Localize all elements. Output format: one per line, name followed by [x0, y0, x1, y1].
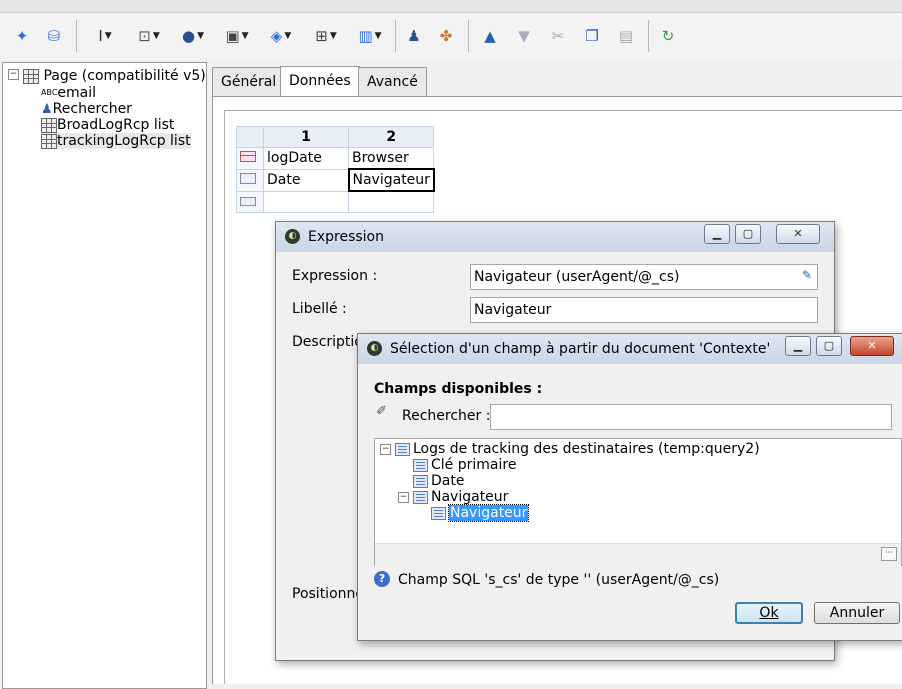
selection-title-bar: ◐ Sélection d'un champ à partir du docum… [358, 334, 902, 364]
abc-text-icon: ABC [41, 88, 58, 97]
close-button[interactable]: ✕ [850, 336, 894, 356]
collapse-toggle[interactable]: − [380, 444, 391, 455]
libelle-field[interactable]: Navigateur [470, 297, 818, 323]
paste-icon[interactable]: ▤ [614, 24, 638, 48]
row-icon [240, 196, 256, 206]
refresh-icon[interactable]: ↻ [656, 24, 680, 48]
maximize-button[interactable]: ▢ [735, 224, 761, 244]
database-icon[interactable]: ⛁ [42, 24, 66, 48]
collapse-toggle[interactable]: − [8, 69, 19, 80]
field-icon [413, 458, 428, 472]
tree-item-rechercher[interactable]: ♟Rechercher [41, 101, 132, 117]
wand-icon[interactable]: ✦ [10, 24, 34, 48]
tree-item-trackinglog[interactable]: trackingLogRcp list [41, 133, 191, 149]
share-icon[interactable]: ✤ [434, 24, 458, 48]
table-row[interactable] [236, 190, 435, 213]
dialog-title: Expression [308, 229, 384, 245]
globe-icon[interactable]: ● ▼ [174, 24, 212, 48]
tree-item-broadlog[interactable]: BroadLogRcp list [41, 117, 174, 133]
tree-hscroll[interactable] [375, 543, 901, 566]
edit-expression-icon[interactable]: ✎ [798, 268, 816, 286]
field-icon [413, 474, 428, 488]
structure-tree: − Page (compatibilité v5) ABCemail ♟Rech… [2, 62, 207, 689]
tab-general[interactable]: Général [212, 67, 286, 96]
search-input[interactable] [490, 404, 892, 430]
text-cursor-icon[interactable]: Ι ▼ [86, 24, 124, 48]
cancel-button[interactable]: Annuler [814, 602, 900, 624]
close-button[interactable]: ✕ [776, 224, 820, 244]
page-icon [23, 68, 39, 84]
tree-item-cle-primaire[interactable]: Clé primaire [413, 457, 516, 473]
help-icon: ? [374, 571, 390, 587]
tab-avance[interactable]: Avancé [358, 67, 427, 96]
dialog-title: Sélection d'un champ à partir du documen… [390, 341, 771, 357]
window-icon[interactable]: ▣ ▼ [218, 24, 256, 48]
arrow-up-icon[interactable]: ▲ [478, 24, 502, 48]
grid-icon [41, 133, 57, 149]
person-icon[interactable]: ♟ [402, 24, 426, 48]
tree-item-email[interactable]: ABCemail [41, 85, 96, 101]
shape-tool-icon[interactable]: ⊡ ▼ [130, 24, 168, 48]
tree-item-navigateur-sub[interactable]: Navigateur [431, 504, 530, 522]
minimize-button[interactable]: ▁ [785, 336, 811, 356]
tree-root[interactable]: Page (compatibilité v5) [23, 68, 206, 84]
minimize-button[interactable]: ▁ [704, 224, 730, 244]
app-icon: ◐ [367, 341, 382, 356]
field-selection-dialog: ◐ Sélection d'un champ à partir du docum… [357, 333, 902, 641]
columns-icon[interactable]: ▥ ▼ [350, 24, 390, 48]
expression-field[interactable]: Navigateur (userAgent/@_cs) [470, 264, 818, 290]
cut-icon[interactable]: ✂ [546, 24, 570, 48]
tree-item-navigateur[interactable]: Navigateur [413, 489, 508, 505]
app-icon: ◐ [285, 229, 300, 244]
cube-icon[interactable]: ◈ ▼ [262, 24, 300, 48]
table-icon[interactable]: ⊞ ▼ [306, 24, 346, 48]
tree-item-date[interactable]: Date [413, 473, 464, 489]
maximize-button[interactable]: ▢ [816, 336, 842, 356]
table-row[interactable]: Date Navigateur [236, 168, 435, 192]
field-icon [431, 506, 446, 520]
table-node-icon [395, 442, 410, 456]
column-header[interactable]: 2 [347, 126, 435, 148]
grid-icon [41, 117, 57, 133]
tab-donnees[interactable]: Données [280, 66, 360, 97]
collapse-toggle[interactable]: − [398, 492, 409, 503]
more-icon[interactable]: ··· [881, 547, 897, 561]
arrow-down-icon[interactable]: ▼ [512, 24, 536, 48]
table-row[interactable]: logDate Browser [236, 147, 435, 170]
expression-title-bar: ◐ Expression ▁ ▢ ✕ [276, 222, 834, 252]
top-strip [0, 0, 902, 13]
columns-grid: 1 2 logDate Browser Date Navigateur [236, 126, 435, 213]
row-icon [240, 173, 256, 184]
field-icon [413, 490, 428, 504]
search-users-icon: ♟ [41, 102, 53, 117]
search-wand-icon: ✐ [376, 404, 387, 419]
fields-tree: − Logs de tracking des destinataires (te… [374, 438, 902, 566]
ok-button[interactable]: Ok [735, 602, 803, 624]
tree-root-logs[interactable]: Logs de tracking des destinataires (temp… [395, 441, 760, 457]
copy-icon[interactable]: ❐ [580, 24, 604, 48]
row-icon [240, 151, 256, 163]
column-header[interactable]: 1 [263, 126, 349, 148]
